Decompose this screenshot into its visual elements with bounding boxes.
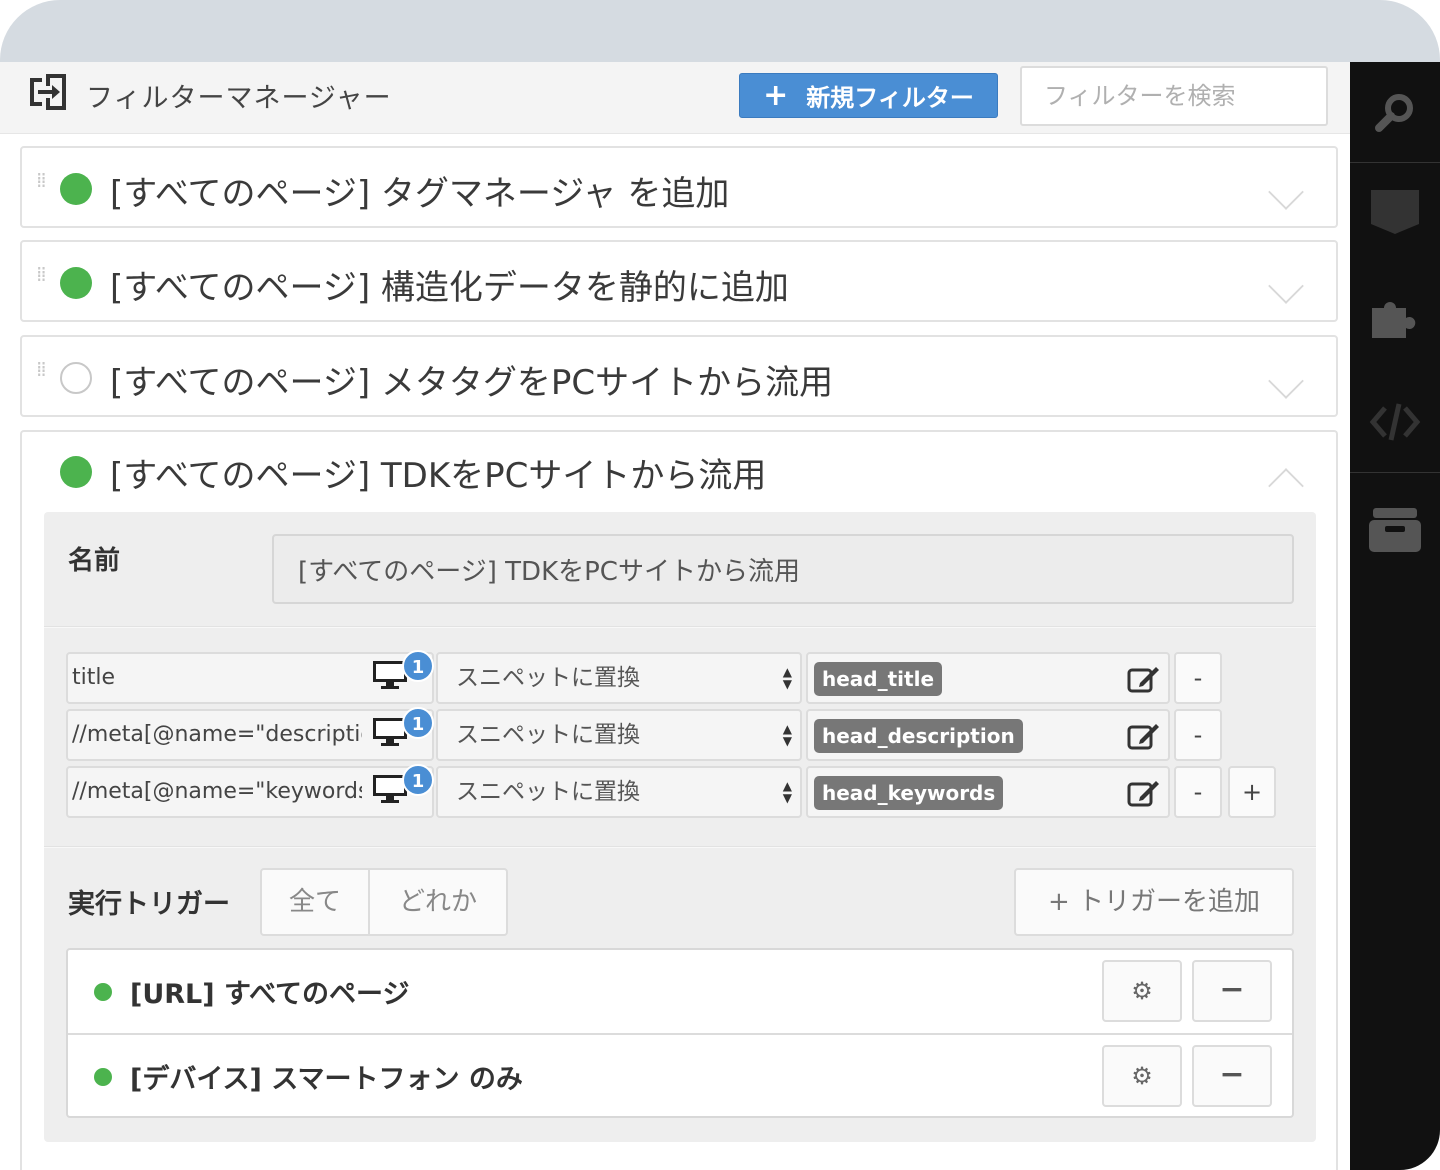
chevron-down-icon[interactable] (1268, 268, 1304, 304)
snippet-tag: head_title (814, 662, 943, 696)
filter-name-input[interactable] (272, 534, 1294, 604)
rule-row: //meta[@name="keywords"] 1 スニペットに置換 ▲ ▼ h… (66, 764, 1280, 818)
action-select[interactable]: スニペットに置換 ▲ ▼ (436, 652, 802, 704)
trigger-item: [デバイス] スマートフォン のみ ⚙ − (68, 1033, 1292, 1116)
add-rule-button[interactable]: + (1228, 766, 1276, 818)
match-any-toggle[interactable]: どれか (368, 868, 508, 936)
chevron-up-icon[interactable] (1268, 468, 1304, 504)
status-enabled-dot[interactable] (60, 173, 92, 205)
chevron-down-icon[interactable] (1268, 363, 1304, 399)
action-select-value: スニペットに置換 (456, 722, 640, 748)
trigger-item: [URL] すべてのページ ⚙ − (68, 950, 1292, 1033)
add-trigger-button[interactable]: + トリガーを追加 (1014, 868, 1294, 936)
trigger-settings-button[interactable]: ⚙ (1102, 960, 1182, 1022)
trigger-label: 実行トリガー (68, 889, 230, 920)
sidebar-search[interactable] (1350, 62, 1440, 162)
filter-title: [すべてのページ] メタタグをPCサイトから流用 (110, 363, 834, 403)
divider (44, 846, 1316, 848)
new-filter-button[interactable]: + 新規フィルター (739, 73, 998, 118)
snippet-tag: head_keywords (814, 776, 1004, 810)
filter-item[interactable]: ⁞⁞ [すべてのページ] 構造化データを静的に追加 (20, 240, 1338, 322)
filter-title: [すべてのページ] 構造化データを静的に追加 (110, 268, 789, 308)
drag-handle-icon[interactable]: ⁞⁞ (36, 170, 50, 200)
match-all-toggle[interactable]: 全て (260, 868, 370, 936)
chevron-down-icon[interactable] (1268, 174, 1304, 210)
action-select-value: スニペットに置換 (456, 779, 640, 805)
trigger-status-dot (94, 1068, 112, 1086)
sidebar-code[interactable] (1350, 372, 1440, 472)
rule-row: title 1 スニペットに置換 ▲ ▼ head_title - (66, 650, 1280, 704)
match-count-badge: 1 (402, 764, 434, 796)
puzzle-icon (1372, 302, 1416, 338)
gear-icon: ⚙ (1131, 977, 1153, 1005)
remove-trigger-button[interactable]: − (1192, 1045, 1272, 1107)
match-count-badge: 1 (402, 650, 434, 682)
filter-manager-main: フィルターマネージャー + 新規フィルター ⁞⁞ [すべてのページ] タグマネー… (0, 62, 1350, 1170)
remove-rule-button[interactable]: - (1174, 709, 1222, 761)
select-arrows-icon: ▲ ▼ (782, 665, 792, 691)
trigger-status-dot (94, 983, 112, 1001)
xpath-value: //meta[@name="keywords"] (72, 779, 362, 804)
edit-icon[interactable] (1126, 721, 1160, 751)
match-count-badge: 1 (402, 707, 434, 739)
select-arrows-icon: ▲ ▼ (782, 779, 792, 805)
divider (44, 626, 1316, 628)
xpath-value: //meta[@name="description"] (72, 722, 362, 747)
drag-handle-icon[interactable]: ⁞⁞ (36, 264, 50, 294)
trigger-settings-button[interactable]: ⚙ (1102, 1045, 1182, 1107)
action-select-value: スニペットに置換 (456, 665, 640, 691)
sidebar-archive[interactable] (1350, 480, 1440, 580)
xpath-value: title (72, 665, 116, 690)
filter-title: [すべてのページ] タグマネージャ を追加 (110, 174, 730, 214)
filter-search-input[interactable] (1020, 66, 1328, 126)
trigger-text: [デバイス] スマートフォン のみ (130, 1064, 523, 1095)
edit-icon[interactable] (1126, 778, 1160, 808)
remove-rule-button[interactable]: - (1174, 652, 1222, 704)
right-sidebar (1350, 62, 1440, 1170)
gear-icon: ⚙ (1131, 1062, 1153, 1090)
action-select[interactable]: スニペットに置換 ▲ ▼ (436, 709, 802, 761)
remove-rule-button[interactable]: - (1174, 766, 1222, 818)
divider (1350, 472, 1440, 473)
header: フィルターマネージャー + 新規フィルター (0, 62, 1350, 134)
drag-handle-icon[interactable]: ⁞⁞ (36, 359, 50, 389)
remove-trigger-button[interactable]: − (1192, 960, 1272, 1022)
archive-icon (1369, 508, 1421, 552)
filter-title: [すべてのページ] TDKをPCサイトから流用 (110, 456, 767, 496)
filter-manager-icon (30, 74, 66, 110)
page-title: フィルターマネージャー (86, 83, 392, 114)
code-icon (1369, 403, 1421, 441)
search-icon (1375, 94, 1413, 132)
trigger-text: [URL] すべてのページ (130, 979, 410, 1010)
status-disabled-dot[interactable] (60, 362, 92, 394)
filter-editor-panel: 名前 title 1 スニペットに置換 ▲▼ head_title - (44, 512, 1316, 1142)
snippet-tag: head_description (814, 719, 1023, 753)
snippet-field[interactable]: head_keywords (806, 766, 1170, 818)
action-select[interactable]: スニペットに置換 ▲ ▼ (436, 766, 802, 818)
snippet-field[interactable]: head_title (806, 652, 1170, 704)
rule-row: //meta[@name="description"] 1 スニペットに置換 ▲… (66, 707, 1280, 761)
filter-item[interactable]: ⁞⁞ [すべてのページ] メタタグをPCサイトから流用 (20, 335, 1338, 417)
new-filter-label: 新規フィルター (806, 84, 974, 112)
snippet-field[interactable]: head_description (806, 709, 1170, 761)
sidebar-css[interactable] (1350, 162, 1440, 262)
css-icon (1371, 190, 1419, 234)
sidebar-extensions[interactable] (1350, 267, 1440, 367)
status-enabled-dot[interactable] (60, 456, 92, 488)
name-label: 名前 (68, 546, 121, 576)
edit-icon[interactable] (1126, 664, 1160, 694)
trigger-list: [URL] すべてのページ ⚙ − [デバイス] スマートフォン のみ ⚙ − (66, 948, 1294, 1118)
status-enabled-dot[interactable] (60, 267, 92, 299)
filter-item[interactable]: ⁞⁞ [すべてのページ] タグマネージャ を追加 (20, 146, 1338, 228)
select-arrows-icon: ▲ ▼ (782, 722, 792, 748)
window-top-bar (0, 0, 1440, 62)
filter-item-expanded: [すべてのページ] TDKをPCサイトから流用 名前 title 1 スニペット… (20, 430, 1338, 1170)
plus-icon: + (763, 78, 789, 113)
